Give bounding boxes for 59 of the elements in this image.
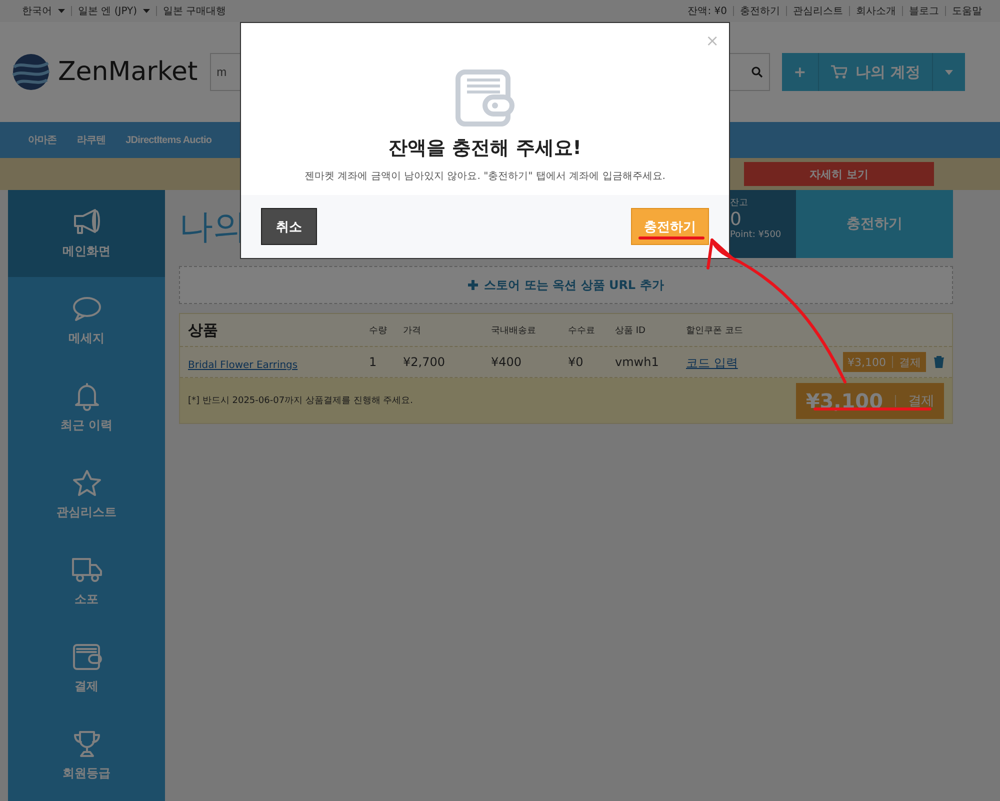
close-button[interactable]: × bbox=[706, 31, 719, 50]
top-link[interactable]: 일본 엔 (JPY) bbox=[78, 4, 138, 18]
coupon-link[interactable]: 코드 입력 bbox=[686, 356, 738, 370]
top-link[interactable]: 충전하기 bbox=[740, 4, 780, 18]
column-header: 국내배송료 bbox=[491, 324, 537, 336]
chat-icon bbox=[70, 294, 102, 324]
cancel-button[interactable]: 취소 bbox=[261, 208, 317, 245]
table-cell-text: 1 bbox=[369, 355, 378, 369]
product-link[interactable]: Bridal Flower Earrings bbox=[188, 360, 298, 370]
column-header: 가격 bbox=[403, 324, 422, 336]
total-pay-button[interactable]: ¥3,100 결제 bbox=[796, 382, 944, 418]
top-link[interactable]: 한국어 bbox=[22, 4, 52, 18]
sidebar-item[interactable]: 메인화면 bbox=[8, 190, 165, 277]
pay-button[interactable]: ¥3,100 결제 bbox=[842, 352, 926, 372]
add-url-button[interactable]: 스토어 또는 옥션 상품 URL 추가 bbox=[179, 266, 953, 304]
top-link[interactable]: 도움말 bbox=[952, 4, 982, 18]
search-icon[interactable] bbox=[750, 66, 763, 78]
trash-icon[interactable] bbox=[934, 356, 944, 368]
deadline-note: [*] 반드시 2025-06-07까지 상품결제를 진행해 주세요. bbox=[188, 395, 413, 407]
table-cell-text: ¥400 bbox=[491, 355, 523, 369]
add-button[interactable]: + bbox=[782, 53, 820, 91]
account-button[interactable]: 나의 계정 bbox=[819, 53, 934, 91]
caret-icon bbox=[945, 70, 954, 74]
wallet-icon bbox=[70, 642, 102, 672]
column-header: 수수료 bbox=[568, 324, 596, 336]
column-header: 할인쿠폰 코드 bbox=[686, 324, 744, 336]
nav-item[interactable]: 라쿠텐 bbox=[76, 133, 106, 147]
search-field[interactable]: m bbox=[216, 65, 751, 79]
table-cell-text: vmwh1 bbox=[615, 355, 660, 369]
charge-button[interactable]: 충전하기 bbox=[796, 190, 953, 258]
column-header: 상품 ID bbox=[615, 324, 646, 336]
top-link[interactable]: 일본 구매대행 bbox=[163, 4, 226, 18]
top-link[interactable]: 회사소개 bbox=[856, 4, 896, 18]
top-link[interactable]: 블로그 bbox=[909, 4, 939, 18]
sidebar-item[interactable]: 소포 bbox=[8, 538, 165, 625]
cart-heading: 상품 bbox=[188, 320, 219, 340]
plus-icon bbox=[468, 280, 478, 290]
truck-icon bbox=[70, 555, 102, 585]
wallet-icon bbox=[455, 69, 515, 127]
underline-mark bbox=[638, 236, 704, 240]
sidebar-item[interactable]: 메세지 bbox=[8, 277, 165, 364]
cart-icon bbox=[831, 65, 848, 79]
table-cell-text: ¥2,700 bbox=[403, 355, 446, 369]
top-link[interactable]: 관심리스트 bbox=[793, 4, 843, 18]
modal-title: 잔액을 충전해 주세요! bbox=[388, 136, 582, 161]
sidebar-item[interactable]: 결제 bbox=[8, 625, 165, 712]
sidebar-item[interactable]: 회원등급 bbox=[8, 712, 165, 799]
table-cell-text: ¥0 bbox=[568, 355, 584, 369]
nav-item[interactable]: 아마존 bbox=[28, 133, 57, 147]
details-button[interactable]: 자세히 보기 bbox=[744, 162, 934, 186]
sidebar-item[interactable]: 관심리스트 bbox=[8, 451, 165, 538]
top-link[interactable]: 잔액: ¥0 bbox=[688, 4, 727, 18]
nav-item[interactable]: JDirectItems Auctio bbox=[126, 134, 212, 146]
sidebar-item[interactable]: 최근 이력 bbox=[8, 364, 165, 451]
modal-message: 젠마켓 계좌에 금액이 남아있지 않아요. "충전하기" 탭에서 계좌에 입금해주세요. bbox=[304, 170, 666, 183]
confirm-button[interactable]: 충전하기 bbox=[631, 208, 709, 245]
star-icon bbox=[70, 468, 102, 498]
logo-text: ZenMarket bbox=[58, 57, 198, 87]
column-header: 수량 bbox=[369, 324, 388, 336]
